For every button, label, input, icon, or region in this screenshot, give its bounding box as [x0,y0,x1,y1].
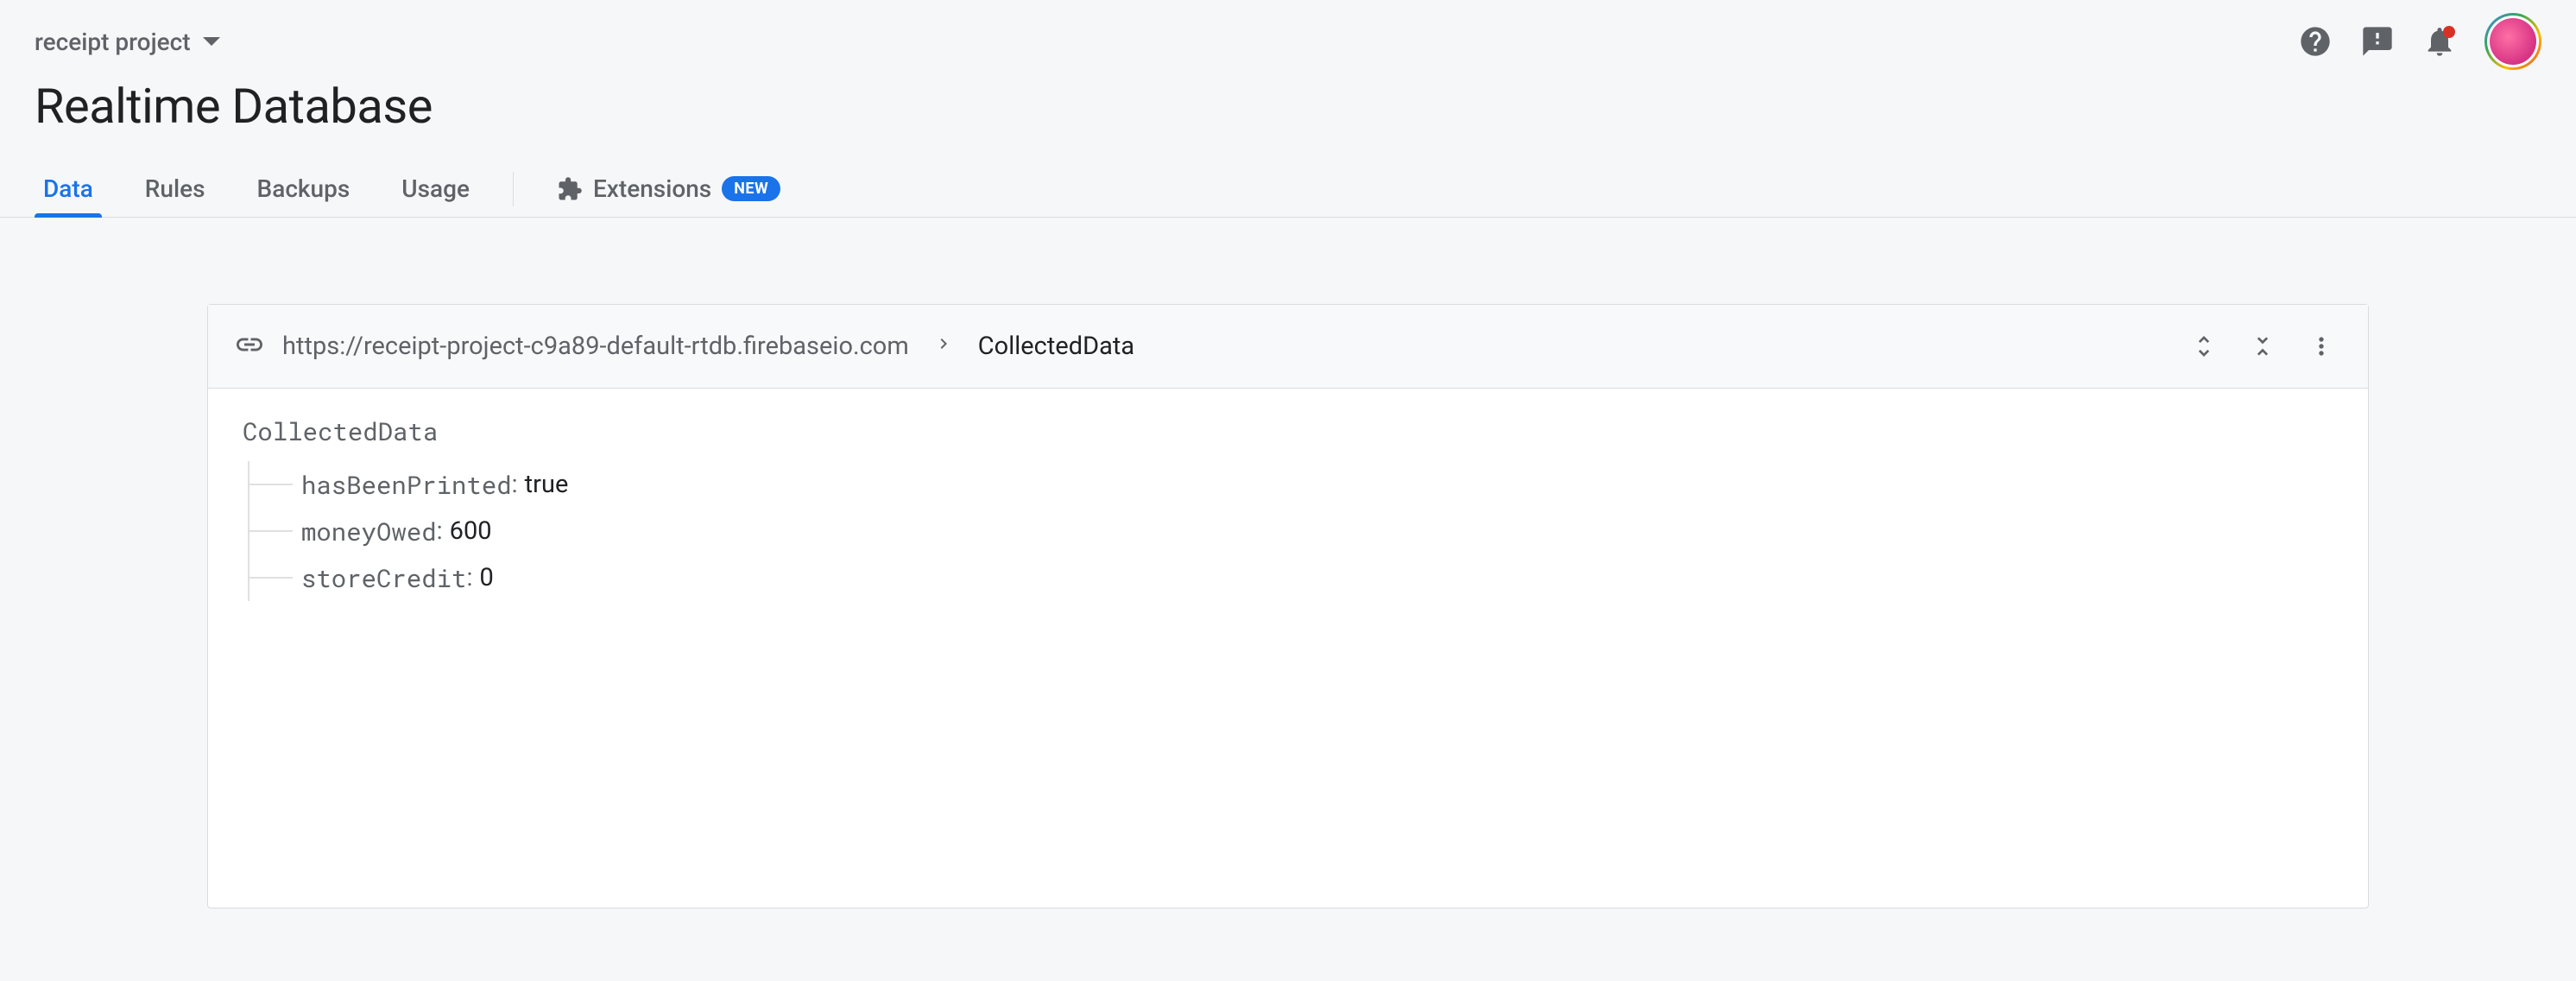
tab-rules[interactable]: Rules [136,161,214,217]
notification-badge [2443,26,2455,38]
dropdown-icon [203,37,220,46]
database-url[interactable]: https://receipt-project-c9a89-default-rt… [282,332,909,361]
user-avatar[interactable] [2484,13,2541,70]
breadcrumb-current[interactable]: CollectedData [978,332,1134,361]
tree-value: 0 [479,563,493,592]
chevron-right-icon [933,333,954,360]
link-icon[interactable] [234,329,265,364]
tree-key: hasBeenPrinted [301,468,512,501]
project-selector[interactable]: receipt project [35,28,220,56]
tab-data[interactable]: Data [35,161,102,217]
tree-branch-line [249,577,293,579]
tree-key: storeCredit [301,561,466,594]
colon: : [512,470,518,499]
tree-key: moneyOwed [301,515,437,547]
new-badge: NEW [722,176,780,201]
tree-item[interactable]: moneyOwed: 600 [249,508,2333,554]
tree-children: hasBeenPrinted: true moneyOwed: 600 stor… [248,461,2333,601]
tree-branch-line [249,484,293,485]
tree-value: true [525,470,569,499]
app-header: receipt project [0,0,2576,83]
tab-divider [513,172,514,206]
extension-icon [557,176,583,202]
tab-extensions[interactable]: Extensions NEW [548,161,789,217]
colon: : [466,563,472,592]
content-area: https://receipt-project-c9a89-default-rt… [0,218,2576,943]
tree-item[interactable]: hasBeenPrinted: true [249,461,2333,508]
tree-root-node[interactable]: CollectedData [243,415,2333,447]
database-panel: https://receipt-project-c9a89-default-rt… [207,304,2369,908]
header-actions [2298,13,2541,70]
tree-value: 600 [450,516,492,546]
expand-icon[interactable] [2183,326,2225,367]
tabs-bar: Data Rules Backups Usage Extensions NEW [0,161,2576,218]
colon: : [437,516,443,546]
tree-branch-line [249,530,293,532]
data-tree: CollectedData hasBeenPrinted: true money… [208,389,2368,627]
feedback-icon[interactable] [2360,24,2395,59]
project-name: receipt project [35,28,191,56]
tree-item[interactable]: storeCredit: 0 [249,554,2333,601]
tab-usage[interactable]: Usage [393,161,478,217]
more-icon[interactable] [2301,326,2342,367]
collapse-icon[interactable] [2242,326,2283,367]
help-icon[interactable] [2298,24,2333,59]
database-toolbar: https://receipt-project-c9a89-default-rt… [208,305,2368,389]
page-title: Realtime Database [0,78,2576,161]
avatar-image [2490,18,2536,65]
tab-extensions-label: Extensions [593,174,711,203]
tab-backups[interactable]: Backups [249,161,359,217]
notifications-icon[interactable] [2422,24,2457,59]
